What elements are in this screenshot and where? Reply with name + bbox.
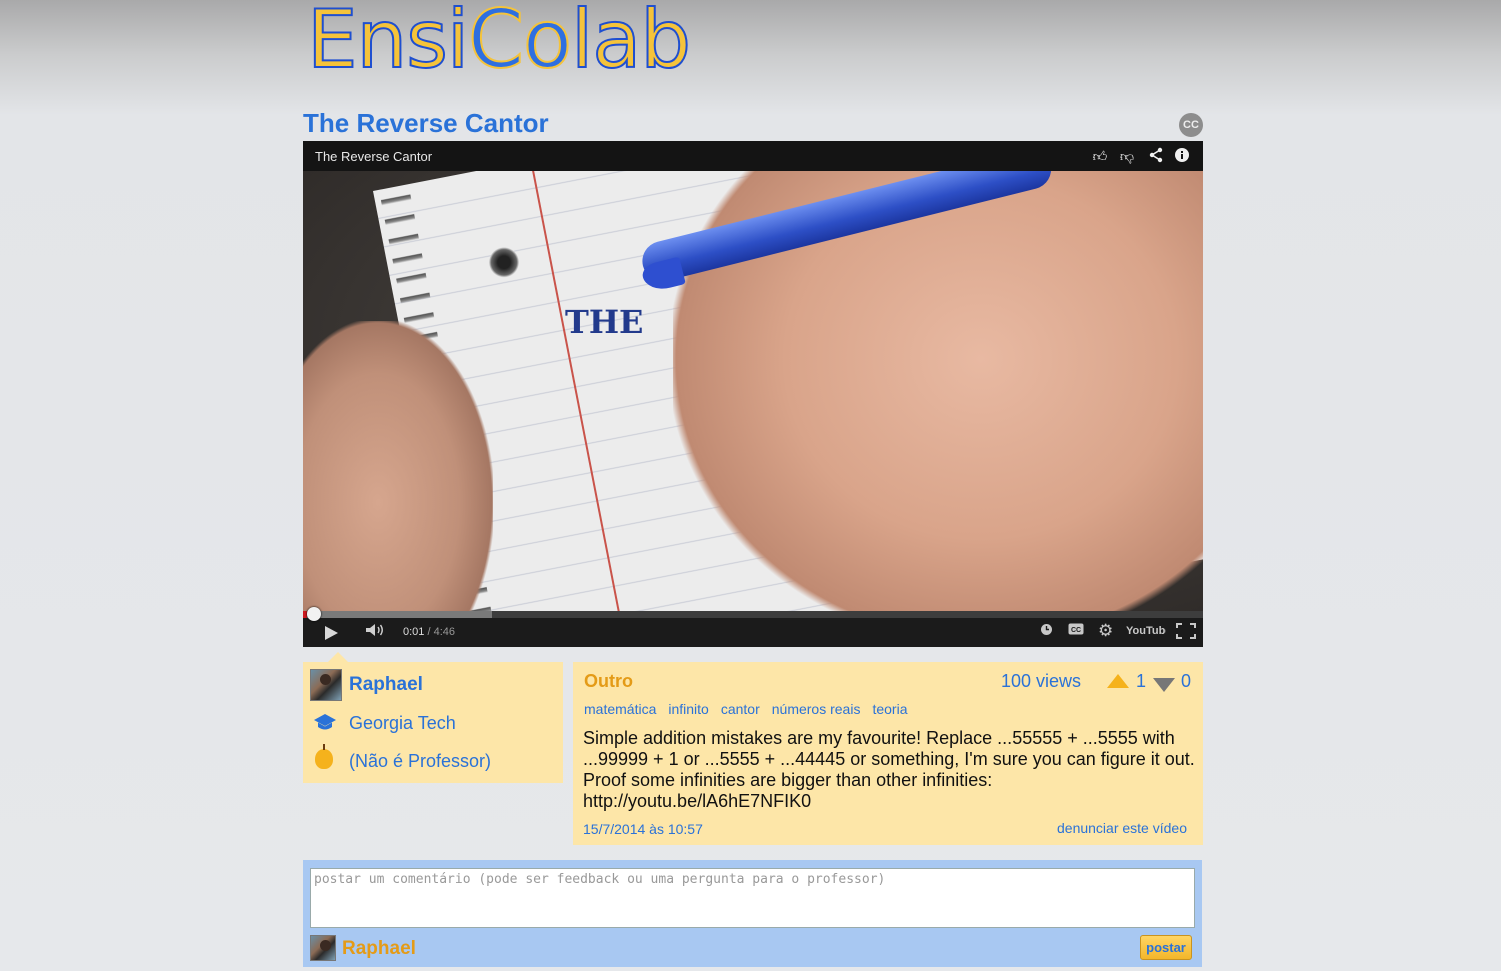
logo-text-lab: lab	[570, 0, 692, 87]
progress-bar[interactable]	[303, 607, 1203, 621]
time-display: 0:01 / 4:46	[403, 626, 455, 638]
apple-icon	[315, 744, 333, 769]
avatar	[310, 935, 336, 961]
panel-pointer	[328, 652, 348, 662]
youtube-label: YouTube	[1126, 625, 1166, 637]
site-logo[interactable]: EnsiColab	[306, 0, 692, 87]
creative-commons-icon[interactable]: CC	[1179, 113, 1203, 137]
left-hand-image	[303, 321, 493, 647]
author-school[interactable]: Georgia Tech	[349, 713, 456, 734]
tag-link[interactable]: cantor	[721, 701, 760, 717]
svg-text:CC: CC	[1071, 627, 1081, 634]
handwriting-text: THE	[565, 303, 644, 341]
player-title[interactable]: The Reverse Cantor	[315, 149, 432, 164]
tag-link[interactable]: números reais	[772, 701, 861, 717]
video-frame[interactable]: THE	[303, 141, 1203, 647]
volume-icon[interactable]	[365, 623, 385, 640]
progress-buffered	[303, 611, 492, 618]
progress-handle[interactable]	[306, 607, 321, 621]
comment-user-name[interactable]: Raphael	[342, 938, 416, 960]
info-icon[interactable]	[1173, 147, 1191, 165]
watch-later-icon[interactable]	[1040, 623, 1053, 639]
like-icon[interactable]: 👍︎	[1091, 147, 1109, 165]
current-time: 0:01	[403, 626, 425, 638]
player-top-bar: The Reverse Cantor 👍︎ 👎︎	[303, 141, 1203, 171]
video-title: The Reverse Cantor	[303, 108, 549, 138]
notebook-hole	[486, 244, 522, 280]
upvote-count: 1	[1136, 671, 1147, 691]
report-video-link[interactable]: denunciar este vídeo	[1057, 820, 1187, 836]
graduation-cap-icon	[313, 713, 337, 739]
play-icon[interactable]	[325, 626, 338, 640]
post-date: 15/7/2014 às 10:57	[583, 821, 703, 837]
youtube-logo[interactable]: YouTube	[1126, 623, 1171, 640]
logo-text-ensi: Ensi	[306, 0, 470, 87]
comment-input[interactable]	[310, 868, 1195, 928]
downvote-count: 0	[1181, 671, 1192, 691]
tag-link[interactable]: teoria	[872, 701, 907, 717]
view-count: 100 views	[1001, 671, 1082, 691]
author-role: (Não é Professor)	[349, 751, 492, 771]
share-icon[interactable]	[1147, 147, 1165, 165]
author-name[interactable]: Raphael	[349, 674, 423, 696]
upvote-icon[interactable]	[1107, 674, 1129, 688]
video-player[interactable]: THE The Reverse Cantor 👍︎ 👎︎ 0:01 / 4:46…	[303, 141, 1203, 647]
avatar[interactable]	[310, 669, 342, 701]
settings-icon[interactable]: ⚙︎	[1098, 621, 1113, 641]
downvote-icon[interactable]	[1153, 678, 1175, 692]
captions-icon[interactable]: CC	[1068, 623, 1084, 638]
tag-list: matemática infinito cantor números reais…	[584, 701, 907, 717]
video-description: Simple addition mistakes are my favourit…	[583, 728, 1195, 811]
tag-link[interactable]: matemática	[584, 701, 656, 717]
fullscreen-icon[interactable]	[1176, 623, 1196, 642]
post-comment-button[interactable]: postar	[1140, 935, 1192, 960]
dislike-icon[interactable]: 👎︎	[1118, 147, 1136, 165]
video-category[interactable]: Outro	[584, 671, 633, 692]
notebook-margin	[528, 150, 637, 647]
tag-link[interactable]: infinito	[668, 701, 708, 717]
logo-text-co: Co	[467, 0, 573, 87]
duration: / 4:46	[427, 626, 456, 638]
